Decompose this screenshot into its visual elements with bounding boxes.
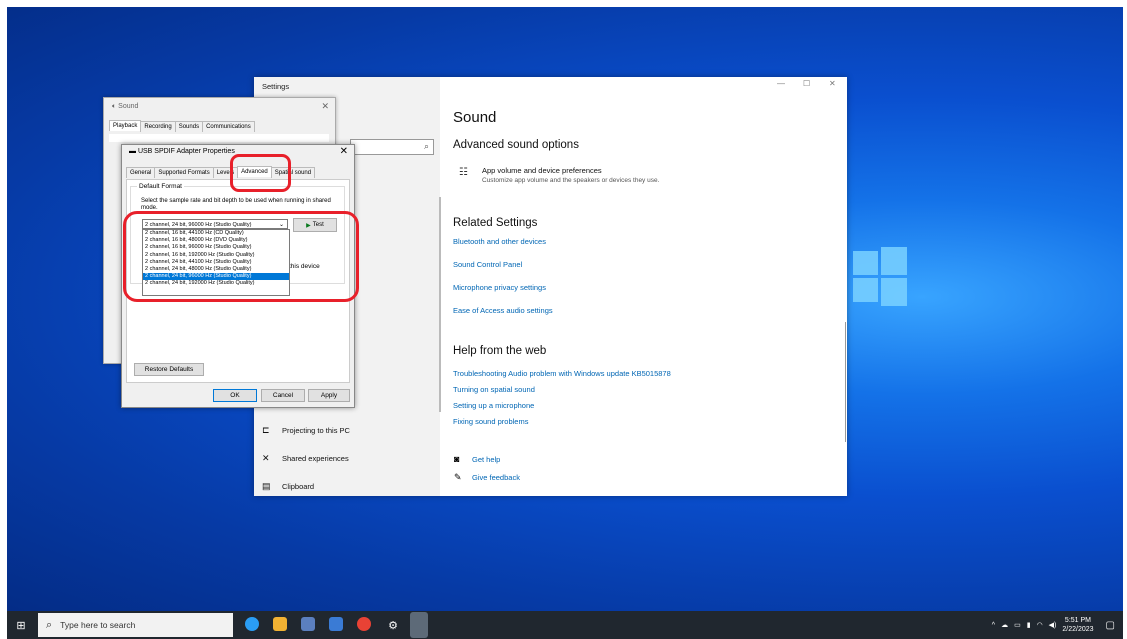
cancel-button[interactable]: Cancel: [261, 389, 305, 402]
edge-icon[interactable]: [245, 617, 259, 631]
group-label: Default Format: [137, 183, 184, 190]
clock-date: 2/22/2023: [1062, 626, 1094, 633]
tab-sounds[interactable]: Sounds: [174, 121, 204, 132]
notification-icon[interactable]: ▢: [1106, 620, 1115, 631]
taskbar-search[interactable]: ⌕ Type here to search: [38, 613, 233, 637]
related-heading: Related Settings: [453, 217, 538, 229]
feedback-icon: ✎: [454, 472, 462, 482]
chevron-up-icon[interactable]: ^: [992, 622, 995, 629]
microphone-icon[interactable]: ▮: [1027, 621, 1031, 629]
apply-button[interactable]: Apply: [308, 389, 350, 402]
clipboard-icon: ▤: [262, 481, 271, 491]
store-icon[interactable]: [301, 617, 315, 631]
app-volume-link[interactable]: App volume and device preferences: [482, 166, 602, 175]
windows-start-icon: ⊞: [16, 619, 26, 632]
speaker-icon: 🔈︎: [112, 103, 117, 110]
close-icon[interactable]: ✕: [340, 146, 348, 157]
file-explorer-icon[interactable]: [273, 617, 287, 631]
shared-experiences-icon: ✕: [262, 453, 270, 463]
system-tray: ^ ☁ ▭ ▮ ◠ ◀) 5:51 PM 2/22/2023 ▢: [992, 611, 1115, 639]
taskbar: ⊞ ⌕ Type here to search ⚙ ^ ☁ ▭ ▮ ◠ ◀) 5…: [7, 611, 1123, 639]
link-troubleshooting[interactable]: Troubleshooting Audio problem with Windo…: [453, 369, 671, 378]
link-give-feedback[interactable]: Give feedback: [472, 473, 520, 482]
restore-defaults-button[interactable]: Restore Defaults: [134, 363, 204, 376]
nav-item-label: Shared experiences: [282, 454, 349, 463]
tab-playback[interactable]: Playback: [109, 120, 142, 131]
ok-button[interactable]: OK: [213, 389, 257, 402]
nav-item-label: Projecting to this PC: [282, 426, 350, 435]
props-dialog-title: ▬ USB SPDIF Adapter Properties: [129, 148, 235, 155]
clock-time: 5:51 PM: [1064, 617, 1091, 624]
help-heading: Help from the web: [453, 345, 547, 357]
search-placeholder: Type here to search: [60, 620, 136, 630]
windows-logo: [853, 243, 907, 307]
maximize-button[interactable]: ☐: [803, 79, 810, 88]
sound-dialog-title: 🔈︎ Sound: [112, 103, 139, 110]
app-volume-desc: Customize app volume and the speakers or…: [482, 177, 660, 184]
sound-tabs: Playback Recording Sounds Communications: [109, 120, 255, 132]
nav-item-shared-experiences[interactable]: ✕ Shared experiences: [262, 453, 349, 464]
tab-communications[interactable]: Communications: [202, 121, 255, 132]
playback-panel: [109, 134, 329, 142]
active-app-icon[interactable]: [410, 612, 428, 638]
advanced-heading: Advanced sound options: [453, 139, 579, 151]
close-icon[interactable]: ✕: [321, 101, 329, 112]
minimize-button[interactable]: —: [777, 79, 785, 88]
nav-scrollbar[interactable]: [439, 197, 441, 412]
window-title: Settings: [262, 82, 290, 91]
start-button[interactable]: ⊞: [7, 611, 35, 639]
network-icon[interactable]: ▭: [1014, 621, 1021, 629]
nav-item-projecting[interactable]: ⊏ Projecting to this PC: [262, 425, 350, 436]
settings-taskbar-button[interactable]: ⚙: [382, 611, 404, 639]
clock[interactable]: 5:51 PM 2/22/2023: [1062, 616, 1093, 634]
format-description: Select the sample rate and bit depth to …: [141, 198, 331, 211]
search-icon: ⌕: [46, 618, 53, 631]
highlight-circle-advanced-tab: [230, 154, 291, 192]
search-icon: ⌕: [423, 141, 429, 151]
close-button[interactable]: ✕: [829, 79, 836, 88]
link-bluetooth[interactable]: Bluetooth and other devices: [453, 237, 546, 246]
tab-supported-formats[interactable]: Supported Formats: [154, 167, 214, 178]
highlight-circle-format-list: [123, 211, 359, 302]
page-title: Sound: [453, 109, 497, 126]
onedrive-icon[interactable]: ☁: [1001, 621, 1008, 629]
volume-icon[interactable]: ◀): [1049, 621, 1057, 629]
mail-icon[interactable]: [329, 617, 343, 631]
link-microphone[interactable]: Setting up a microphone: [453, 401, 534, 410]
sliders-icon: ☷: [459, 167, 468, 178]
link-ease-of-access[interactable]: Ease of Access audio settings: [453, 306, 553, 315]
link-sound-control-panel[interactable]: Sound Control Panel: [453, 260, 522, 269]
link-spatial-sound[interactable]: Turning on spatial sound: [453, 385, 535, 394]
projector-icon: ⊏: [262, 425, 270, 435]
device-icon: ▬: [129, 148, 136, 155]
link-fixing-sound[interactable]: Fixing sound problems: [453, 417, 528, 426]
gear-icon: ⚙: [388, 619, 398, 632]
settings-search-box[interactable]: ⌕: [350, 139, 434, 155]
nav-item-label: Clipboard: [282, 482, 315, 491]
get-help-icon: ◙: [454, 454, 460, 464]
tab-recording[interactable]: Recording: [140, 121, 176, 132]
nav-item-clipboard[interactable]: ▤ Clipboard: [262, 481, 314, 492]
link-get-help[interactable]: Get help: [472, 455, 500, 464]
chrome-icon[interactable]: [357, 617, 371, 631]
link-microphone-privacy[interactable]: Microphone privacy settings: [453, 283, 546, 292]
wifi-icon[interactable]: ◠: [1037, 621, 1043, 629]
tab-general[interactable]: General: [126, 167, 156, 178]
content-scrollbar[interactable]: [845, 322, 846, 442]
